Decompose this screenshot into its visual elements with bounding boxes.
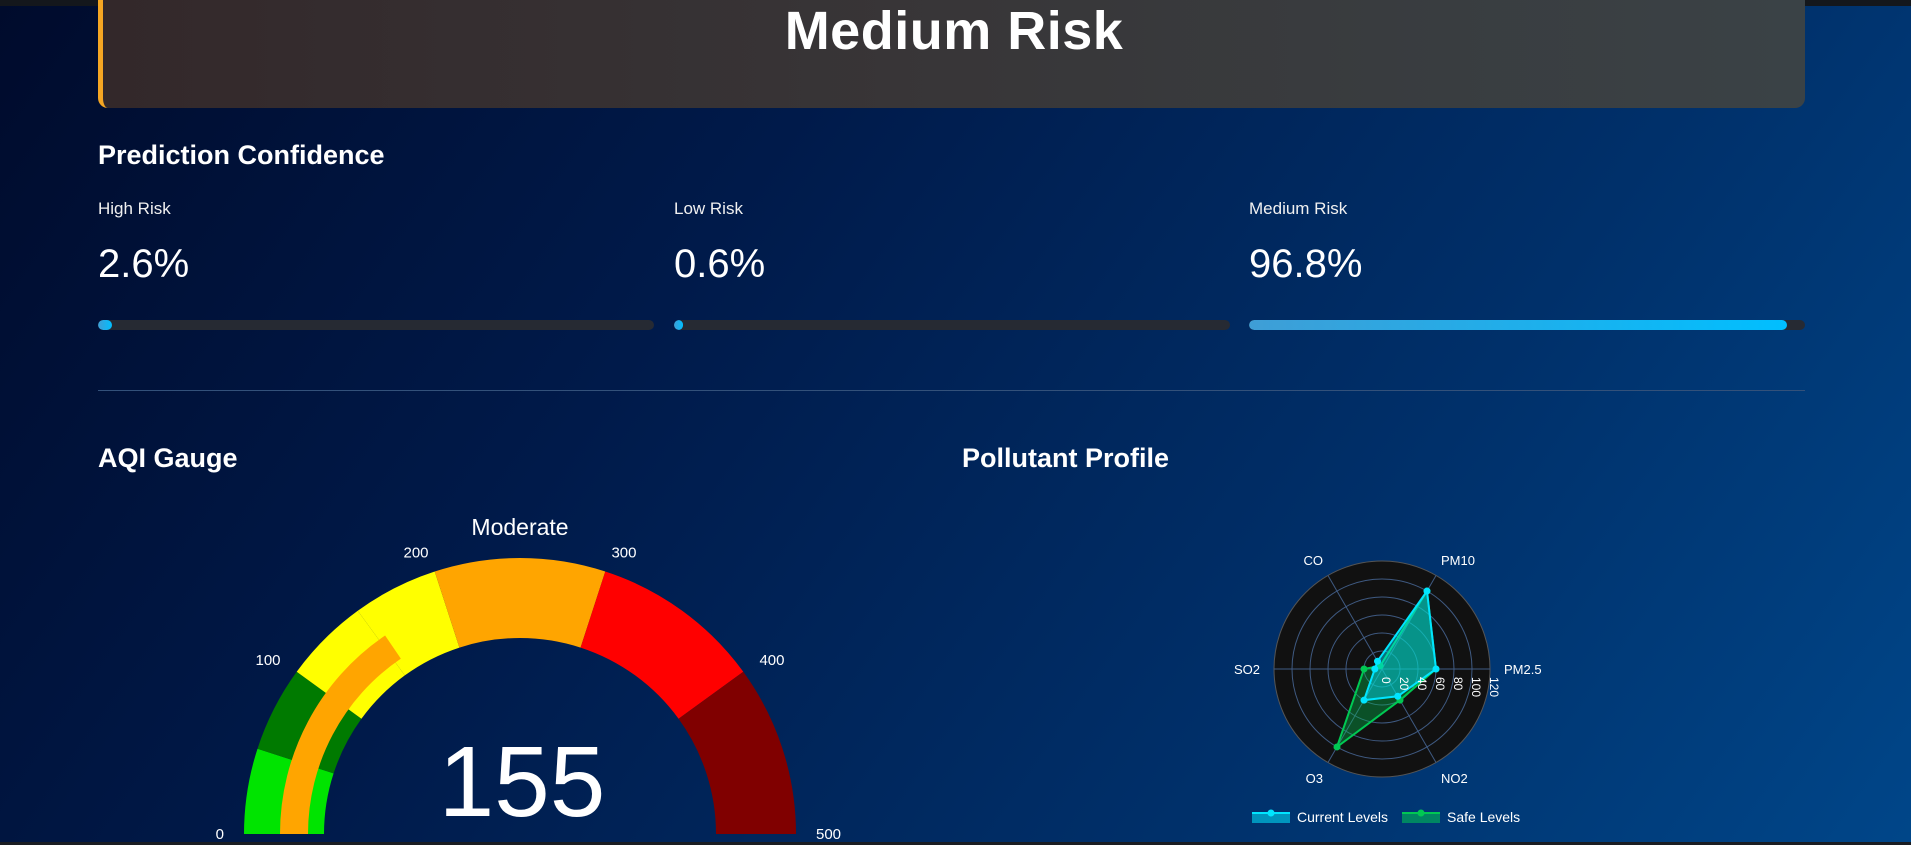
- confidence-bar-low-risk: [674, 320, 1230, 330]
- radar-axis-label: PM10: [1441, 553, 1475, 568]
- gauge-tick-label: 200: [403, 544, 428, 561]
- gauge-tick-label: 100: [255, 652, 280, 669]
- radar-axis-label: NO2: [1441, 771, 1468, 786]
- radar-point: [1360, 665, 1368, 673]
- gauge-tick-label: 500: [816, 826, 841, 842]
- section-divider: [98, 390, 1805, 391]
- radar-point: [1360, 696, 1368, 704]
- gauge-category-label: Moderate: [471, 514, 568, 540]
- radar-point: [1432, 665, 1440, 673]
- radar-point: [1371, 665, 1379, 673]
- radar-radial-tick: 80: [1451, 677, 1465, 691]
- radar-axis-label: PM2.5: [1504, 662, 1542, 677]
- gauge-tick-label: 300: [611, 544, 636, 561]
- metric-high-risk: High Risk 2.6%: [98, 199, 654, 287]
- radar-radial-tick: 100: [1469, 677, 1483, 697]
- confidence-bar-medium-risk: [1249, 320, 1805, 330]
- radar-radial-tick: 60: [1433, 677, 1447, 691]
- confidence-bar-fill: [98, 320, 113, 330]
- metric-value: 0.6%: [674, 242, 766, 286]
- gauge-value: 155: [439, 726, 606, 838]
- radar-axis-label: O3: [1306, 771, 1323, 786]
- radar-point: [1333, 743, 1341, 751]
- metric-low-risk: Low Risk 0.6%: [674, 199, 1230, 287]
- gauge-tick-label: 400: [759, 652, 784, 669]
- radar-axis-label: SO2: [1234, 662, 1260, 677]
- radar-point: [1374, 657, 1381, 665]
- prediction-confidence-title: Prediction Confidence: [98, 140, 385, 170]
- aqi-gauge-chart: 0 100 200 300 400 500 Moderate 155: [216, 514, 841, 842]
- radar-axis-label: CO: [1304, 553, 1324, 568]
- gauge-band-4: [434, 558, 606, 648]
- risk-banner: Medium Risk: [98, 0, 1805, 108]
- radar-radial-tick: 120: [1487, 677, 1501, 697]
- metric-value: 96.8%: [1249, 242, 1363, 286]
- metric-medium-risk: Medium Risk 96.8%: [1249, 199, 1805, 287]
- risk-banner-title: Medium Risk: [784, 1, 1124, 61]
- confidence-bar-high-risk: [98, 320, 654, 330]
- radar-point: [1394, 692, 1402, 700]
- metric-label: Medium Risk: [1249, 199, 1348, 218]
- confidence-bar-fill: [1249, 320, 1788, 330]
- confidence-bar-fill: [674, 320, 683, 330]
- legend-swatch-point: [1267, 809, 1275, 817]
- legend-item-label[interactable]: Current Levels: [1297, 809, 1388, 825]
- legend-swatch-point: [1417, 809, 1425, 817]
- metric-label: Low Risk: [674, 199, 743, 218]
- pollutant-radar-chart: 0 20 40 60 80 100 120PM2.5 PM10 CO SO2 O3 NO2 Curren…: [1234, 553, 1542, 825]
- gauge-tick-label: 0: [216, 826, 224, 842]
- radar-radial-tick: 40: [1415, 677, 1429, 691]
- legend-item-label[interactable]: Safe Levels: [1447, 809, 1520, 825]
- aqi-gauge-title: AQI Gauge: [98, 443, 238, 473]
- radar-point: [1423, 587, 1431, 595]
- radar-radial-tick: 20: [1397, 677, 1411, 691]
- metric-label: High Risk: [98, 199, 171, 218]
- pollutant-profile-title: Pollutant Profile: [962, 443, 1170, 473]
- metric-value: 2.6%: [98, 242, 190, 286]
- radar-radial-tick: 0: [1379, 677, 1393, 684]
